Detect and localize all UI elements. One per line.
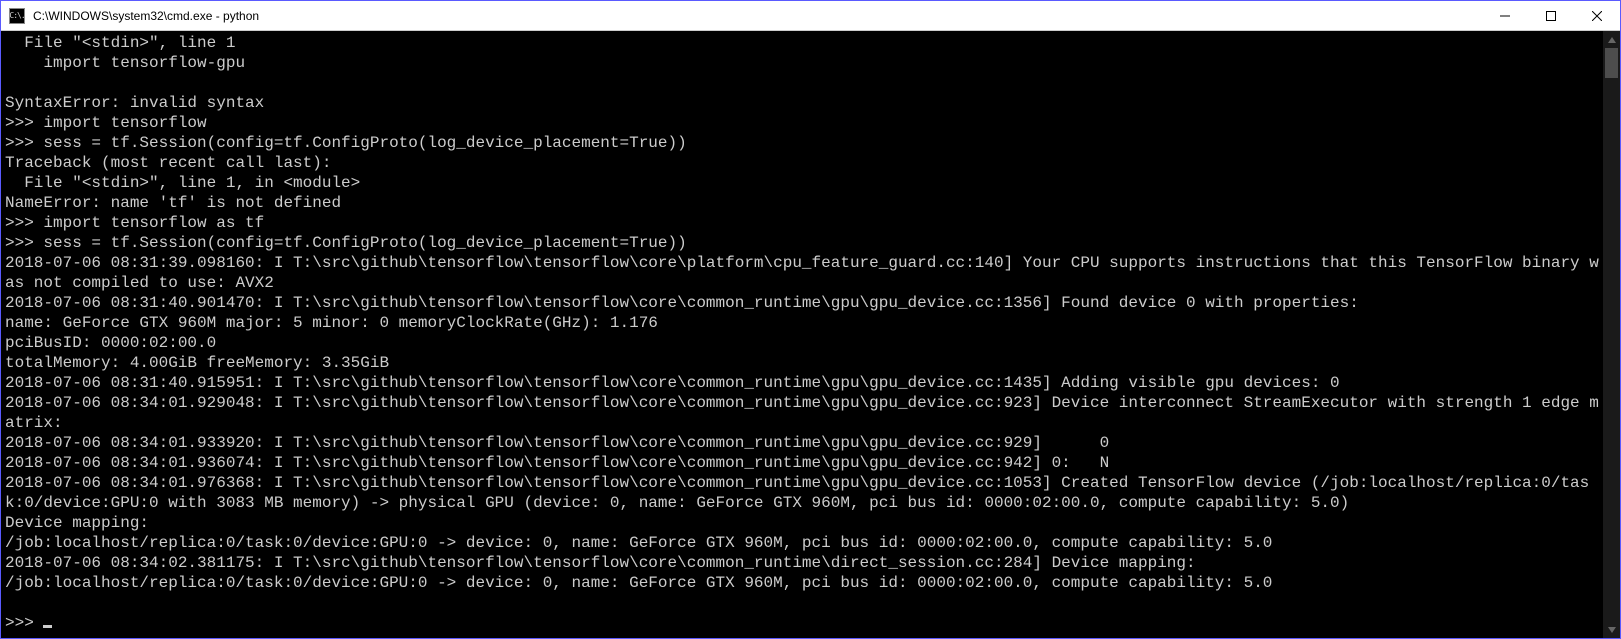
scrollbar[interactable] — [1603, 31, 1620, 638]
close-button[interactable] — [1574, 1, 1620, 30]
scroll-thumb[interactable] — [1605, 48, 1618, 78]
window-controls — [1482, 1, 1620, 30]
minimize-button[interactable] — [1482, 1, 1528, 30]
scroll-up-button[interactable] — [1603, 31, 1620, 48]
scroll-down-button[interactable] — [1603, 621, 1620, 638]
maximize-button[interactable] — [1528, 1, 1574, 30]
titlebar[interactable]: C:\. C:\WINDOWS\system32\cmd.exe - pytho… — [1, 1, 1620, 31]
cmd-icon: C:\. — [9, 8, 25, 24]
cursor — [43, 625, 52, 628]
window-title: C:\WINDOWS\system32\cmd.exe - python — [31, 9, 1482, 23]
terminal-output[interactable]: File "<stdin>", line 1 import tensorflow… — [1, 31, 1603, 638]
